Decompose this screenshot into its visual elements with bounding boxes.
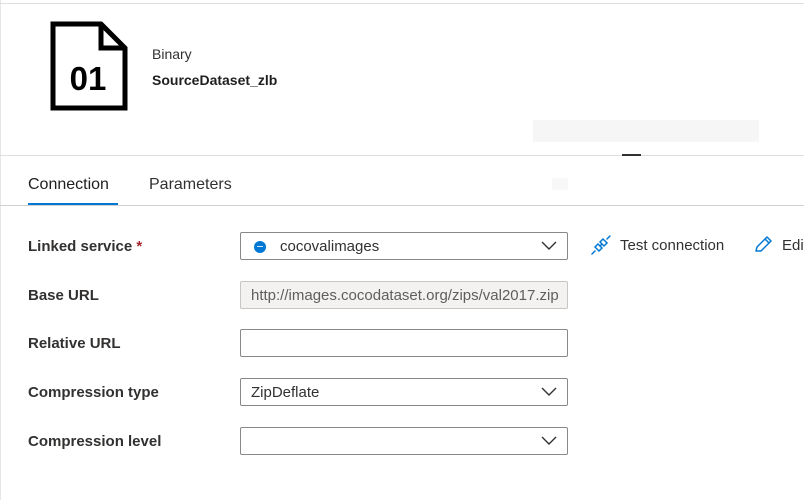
tab-connection[interactable]: Connection: [28, 176, 109, 194]
plug-connection-icon: [591, 235, 611, 255]
required-indicator: *: [136, 238, 143, 255]
tab-parameters[interactable]: Parameters: [149, 176, 232, 194]
relative-url-input[interactable]: [241, 330, 567, 356]
binary-file-icon: 01: [50, 21, 128, 111]
chevron-down-icon[interactable]: [541, 387, 557, 397]
linked-service-dropdown[interactable]: cocovalimages: [240, 232, 568, 260]
base-url-value: http://images.cocodataset.org/zips/val20…: [251, 287, 559, 304]
linked-service-value: cocovalimages: [280, 238, 380, 255]
compression-type-dropdown[interactable]: ZipDeflate: [240, 378, 568, 406]
linked-service-label: Linked service *: [28, 238, 142, 255]
compression-type-value: ZipDeflate: [251, 384, 320, 401]
left-border: [0, 0, 1, 500]
dataset-type-label: Binary: [152, 46, 192, 62]
chevron-down-icon[interactable]: [541, 436, 557, 446]
file-icon-text: 01: [70, 60, 107, 97]
chevron-down-icon[interactable]: [541, 241, 557, 251]
http-linked-service-icon: [254, 241, 266, 253]
header-divider[interactable]: [0, 155, 804, 156]
compression-level-label: Compression level: [28, 433, 162, 450]
linked-service-label-text: Linked service: [28, 238, 133, 255]
base-url-field: http://images.cocodataset.org/zips/val20…: [240, 281, 568, 309]
compression-level-dropdown[interactable]: [240, 427, 568, 455]
compression-type-label: Compression type: [28, 384, 159, 401]
dataset-name: SourceDataset_zlb: [152, 72, 278, 88]
relative-url-label: Relative URL: [28, 335, 121, 352]
tabs-divider: [0, 205, 804, 206]
edit-label: Edit: [782, 237, 804, 254]
pencil-edit-icon: [755, 236, 772, 252]
relative-url-input-wrapper[interactable]: [240, 329, 568, 357]
top-border: [0, 3, 804, 4]
test-connection-label: Test connection: [620, 237, 725, 254]
resize-handle[interactable]: [622, 154, 641, 156]
base-url-label: Base URL: [28, 287, 99, 304]
faded-toolbar-placeholder: [533, 120, 759, 142]
faded-placeholder: [552, 178, 568, 190]
